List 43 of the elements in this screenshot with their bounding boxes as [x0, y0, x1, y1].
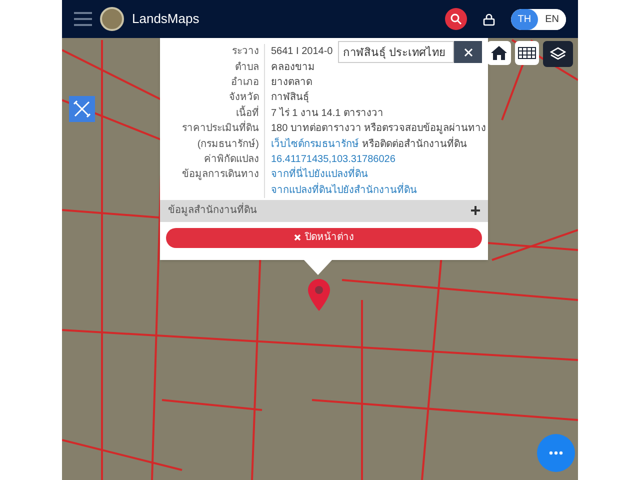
layers-button[interactable]: [543, 41, 573, 67]
close-window-button[interactable]: ปิดหน้าต่าง: [166, 228, 482, 248]
field-label: จังหวัด: [228, 91, 260, 106]
home-button[interactable]: [487, 41, 511, 65]
logo-icon: [100, 7, 124, 31]
field-label: ข้อมูลการเดินทาง: [181, 168, 260, 182]
field-value: ยางตลาด: [271, 76, 312, 90]
grid-button[interactable]: [515, 41, 539, 65]
search-field[interactable]: กาฬสินธุ์ ประเทศไทย: [338, 41, 454, 63]
field-value: กาฬสินธุ์: [271, 90, 309, 106]
field-value: 180 บาทต่อตารางวา หรือตรวจสอบข้อมูลผ่านทาง: [271, 122, 486, 136]
field-value: คลองขาม: [271, 60, 315, 75]
map-pin-icon: [308, 279, 330, 311]
section-title: ข้อมูลสำนักงานที่ดิน: [168, 203, 257, 218]
field-label: เนื้อที่: [235, 106, 260, 120]
search-button[interactable]: [444, 8, 467, 30]
close-icon: [294, 234, 301, 242]
clear-search-button[interactable]: [454, 41, 482, 63]
app-name: LandsMaps: [132, 10, 200, 28]
field-value: หรือติดต่อสำนักงานที่ดิน: [362, 136, 467, 152]
field-label: (กรมธนารักษ์): [196, 137, 260, 152]
lock-icon[interactable]: [482, 12, 495, 26]
info-link[interactable]: 16.41171435,103.31786026: [271, 152, 396, 167]
field-label: ตำบล: [234, 60, 260, 75]
search-icon: [450, 13, 462, 25]
draw-tool-button[interactable]: [69, 96, 95, 122]
info-link[interactable]: จากที่นี่ไปยังแปลงที่ดิน: [271, 167, 368, 182]
info-link[interactable]: จากแปลงที่ดินไปยังสำนักงานที่ดิน: [271, 182, 417, 198]
field-label: ค่าพิกัดแปลง: [203, 152, 260, 167]
field-label: ราคาประเมินที่ดิน: [160, 121, 264, 136]
field-label: ระวาง: [231, 45, 260, 60]
grid-icon: [518, 47, 536, 59]
menu-icon[interactable]: [74, 12, 92, 26]
info-link[interactable]: เว็บไซต์กรมธนารักษ์: [271, 136, 359, 152]
more-icon: [549, 451, 563, 455]
home-icon: [491, 46, 507, 60]
language-toggle[interactable]: TH: [510, 8, 538, 30]
close-icon: [464, 48, 472, 56]
field-value: 7 ไร่ 1 งาน 14.1 ตารางวา: [271, 106, 384, 121]
layers-icon: [550, 47, 566, 61]
section-header[interactable]: ข้อมูลสำนักงานที่ดิน: [160, 200, 488, 222]
field-label: อำเภอ: [230, 76, 260, 90]
field-value: 5641 I 2014-0: [271, 45, 333, 60]
